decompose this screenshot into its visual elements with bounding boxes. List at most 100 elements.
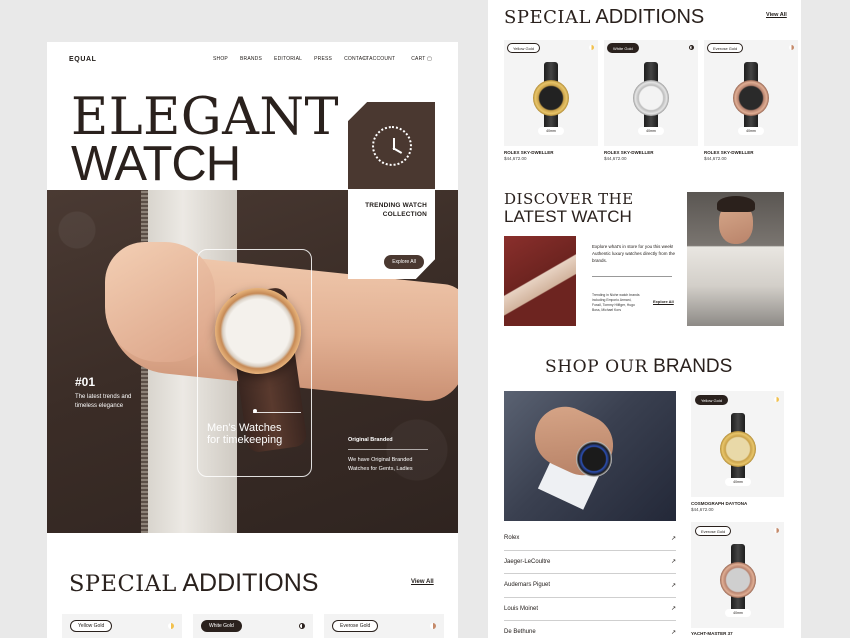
hero-number-desc: The latest trends and timeless elegance: [75, 394, 132, 410]
size-pill: 40mm: [725, 478, 751, 486]
tag-pill[interactable]: Everose Gold: [707, 43, 744, 53]
clock-icon: [372, 126, 412, 166]
product-card[interactable]: White Gold: [193, 614, 313, 638]
account-link[interactable]: ⚇ ACCOUNT: [363, 56, 395, 62]
brand-label: Jaeger-LeCoultre: [504, 558, 551, 565]
discover-small-text: Trending in Niche watch brands including…: [592, 293, 640, 313]
bag-icon: ▢: [427, 56, 432, 62]
watch-shape: [576, 441, 612, 477]
watch-image: [720, 544, 756, 614]
product-card[interactable]: White Gold 40mm: [604, 40, 698, 146]
product-price: $44,672.00: [504, 156, 527, 161]
half-circle-icon: [689, 45, 694, 50]
tag-pill[interactable]: Yellow Gold: [695, 395, 728, 405]
tag-pill[interactable]: Everose Gold: [332, 620, 379, 632]
watch-image: [533, 62, 569, 132]
watch-face-shape: [720, 562, 756, 598]
hero-title-line2: WATCH: [71, 137, 241, 191]
title-bold: ADDITIONS: [182, 569, 319, 597]
brand-item[interactable]: De Bethune ↗: [504, 621, 676, 638]
arrow-up-right-icon: ↗: [670, 582, 676, 589]
brand-item[interactable]: Audemars Piguet ↗: [504, 574, 676, 598]
top-nav: EQUAL SHOP BRANDS EDITORIAL PRESS CONTAC…: [69, 53, 432, 65]
discover-title-line1: DISCOVER THE: [504, 190, 634, 208]
nav-editorial[interactable]: EDITORIAL: [274, 56, 302, 62]
product-name[interactable]: ROLEX SKY-DWELLER $44,672.00: [504, 150, 598, 161]
product-cards-preview: Yellow Gold White Gold Everose Gold: [62, 614, 444, 638]
tag-pill[interactable]: Yellow Gold: [70, 620, 113, 632]
original-branded-title: Original Branded: [348, 437, 393, 443]
arrow-up-right-icon: ↗: [670, 535, 676, 542]
cart-link[interactable]: CART ▢: [411, 56, 432, 62]
brand-label: Audemars Piguet: [504, 582, 551, 589]
tag-pill[interactable]: White Gold: [607, 43, 639, 53]
watch-face-shape: [533, 80, 569, 116]
explore-all-button[interactable]: Explore All: [384, 255, 424, 269]
brand-item[interactable]: Rolex ↗: [504, 527, 676, 551]
product-names: ROLEX SKY-DWELLER $44,672.00 ROLEX SKY-DW…: [504, 150, 798, 161]
product-title: COSMOGRAPH DAYTONA: [691, 501, 748, 506]
product-name[interactable]: ROLEX SKY-DWELLER $44,672.00: [604, 150, 698, 161]
title-bold: ADDITIONS: [595, 6, 705, 28]
brand-product-name[interactable]: YACHT-MASTER 37: [691, 631, 733, 636]
user-icon: ⚇: [363, 56, 368, 62]
nav-press[interactable]: PRESS: [314, 56, 332, 62]
hair-shape: [717, 196, 755, 212]
nav-links: SHOP BRANDS EDITORIAL PRESS CONTACT: [213, 56, 369, 62]
arrow-up-right-icon: ↗: [670, 606, 676, 613]
special-additions-title: SPECIAL ADDITIONS: [69, 569, 318, 598]
mens-watches-heading: Men's Watches for timekeeping: [207, 422, 283, 447]
product-card[interactable]: Everose Gold: [324, 614, 444, 638]
nav-right: ⚇ ACCOUNT CART ▢: [363, 56, 432, 62]
discover-text: Explore what's in store for you this wee…: [592, 244, 676, 263]
brand-product-card[interactable]: Everose Gold 40mm: [691, 522, 784, 628]
arrow-up-right-icon: ↗: [670, 629, 676, 636]
frame-line: [253, 412, 301, 413]
watch-image: [733, 62, 769, 132]
special-additions-title: SPECIAL ADDITIONS: [504, 6, 704, 29]
brand-product-card[interactable]: Yellow Gold 40mm: [691, 391, 784, 497]
clock-tile: [348, 102, 435, 189]
account-label: ACCOUNT: [369, 56, 396, 62]
product-card[interactable]: Yellow Gold: [62, 614, 182, 638]
size-pill: 40mm: [538, 127, 564, 135]
title-thin: SHOP OUR: [545, 357, 648, 377]
brand-item[interactable]: Jaeger-LeCoultre ↗: [504, 551, 676, 574]
cart-label: CART: [411, 56, 426, 62]
nav-brands[interactable]: BRANDS: [240, 56, 262, 62]
explore-all-link[interactable]: Explore All: [653, 299, 674, 304]
discover-title-line2: LATEST WATCH: [504, 206, 632, 226]
watch-image: [633, 62, 669, 132]
trending-label: TRENDING WATCH COLLECTION: [365, 202, 427, 219]
tag-pill[interactable]: Yellow Gold: [507, 43, 540, 53]
product-price: $44,672.00: [704, 156, 727, 161]
product-card[interactable]: Everose Gold 40mm: [704, 40, 798, 146]
original-branded-desc: We have Original Branded Watches for Gen…: [348, 457, 413, 472]
half-circle-icon: [168, 623, 174, 629]
product-title: ROLEX SKY-DWELLER: [504, 150, 554, 155]
brand-logo[interactable]: EQUAL: [69, 56, 97, 63]
nav-shop[interactable]: SHOP: [213, 56, 228, 62]
view-all-link[interactable]: View All: [411, 579, 434, 585]
view-all-link[interactable]: View All: [766, 12, 787, 18]
hero-number: #01: [75, 375, 96, 389]
brand-product-name[interactable]: COSMOGRAPH DAYTONA $44,672.00: [691, 501, 747, 512]
title-bold: BRANDS: [653, 356, 733, 377]
watch-image: [720, 413, 756, 483]
tag-pill[interactable]: White Gold: [201, 620, 242, 632]
half-circle-icon: [299, 623, 305, 629]
size-pill: 40mm: [738, 127, 764, 135]
product-name[interactable]: ROLEX SKY-DWELLER $44,672.00: [704, 150, 798, 161]
half-circle-icon: [774, 397, 779, 402]
watch-face-shape: [720, 431, 756, 467]
brand-item[interactable]: Louis Moinet ↗: [504, 598, 676, 621]
product-card[interactable]: Yellow Gold 40mm: [504, 40, 598, 146]
hand-shape: [525, 396, 623, 486]
trending-tile: TRENDING WATCH COLLECTION Explore All: [348, 189, 435, 279]
tag-pill[interactable]: Everose Gold: [695, 526, 732, 536]
hero-title-line1: ELEGANT: [71, 88, 340, 147]
model-portrait-image: [687, 192, 784, 326]
hero-page: EQUAL SHOP BRANDS EDITORIAL PRESS CONTAC…: [47, 42, 458, 638]
divider: [348, 449, 428, 450]
shop-brands-title: SHOP OUR BRANDS: [545, 356, 732, 378]
